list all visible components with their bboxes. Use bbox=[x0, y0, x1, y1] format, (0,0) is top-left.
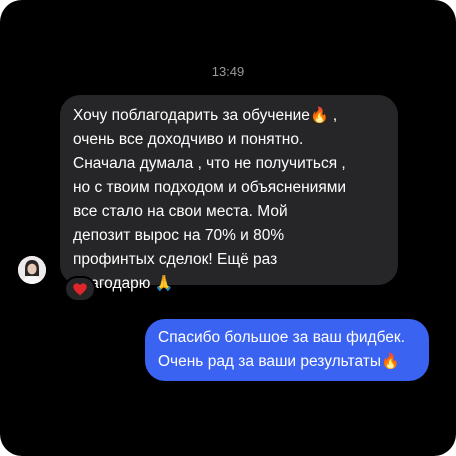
heart-icon bbox=[73, 282, 87, 295]
outgoing-message-bubble[interactable]: Спасибо большое за ваш фидбек. Очень рад… bbox=[145, 319, 429, 381]
chat-screen: 13:49 Хочу поблагодарить за обучение🔥 , … bbox=[0, 0, 456, 456]
message-line: Хочу поблагодарить за обучение🔥 , bbox=[73, 107, 338, 124]
message-line: Сначала думала , что не получиться , bbox=[73, 155, 346, 172]
sender-avatar[interactable] bbox=[18, 256, 46, 284]
message-line: очень все доходчиво и понятно. bbox=[73, 131, 304, 148]
avatar-icon bbox=[18, 256, 46, 284]
message-line: депозит вырос на 70% и 80% bbox=[73, 227, 285, 244]
message-line: профинтых сделок! Ещё раз bbox=[73, 251, 278, 268]
message-line: благодарю 🙏 bbox=[73, 275, 174, 292]
reaction-badge[interactable] bbox=[64, 276, 96, 302]
fire-emoji-icon: 🔥 bbox=[309, 107, 329, 124]
message-line: Очень рад за ваши результаты🔥 bbox=[158, 353, 400, 370]
message-line: Спасибо большое за ваш фидбек. bbox=[158, 329, 406, 346]
message-line: все стало на свои места. Мой bbox=[73, 203, 288, 220]
incoming-message-bubble[interactable]: Хочу поблагодарить за обучение🔥 , очень … bbox=[60, 95, 398, 292]
praying-hands-emoji-icon: 🙏 bbox=[154, 275, 174, 292]
message-line: но с твоим подходом и объяснениями bbox=[73, 179, 347, 196]
fire-emoji-icon: 🔥 bbox=[381, 353, 400, 370]
message-timestamp: 13:49 bbox=[211, 64, 245, 79]
